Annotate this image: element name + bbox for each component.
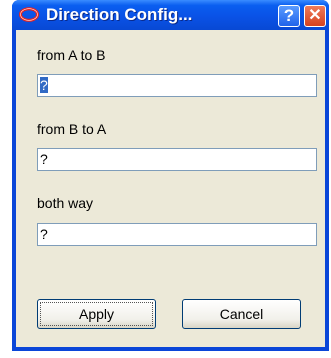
from-a-to-b-label: from A to B	[37, 47, 106, 63]
help-button[interactable]: ?	[278, 5, 300, 27]
window-title: Direction Config...	[46, 5, 193, 24]
from-a-to-b-input[interactable]: ?	[37, 74, 317, 97]
dialog-window: Direction Config... ? ✕ from A to B ? fr…	[12, 0, 329, 351]
cancel-button[interactable]: Cancel	[182, 299, 301, 329]
both-way-input[interactable]: ?	[37, 223, 317, 246]
from-b-to-a-label: from B to A	[37, 121, 107, 137]
both-way-label: both way	[37, 195, 94, 211]
title-bar[interactable]: Direction Config... ? ✕	[12, 0, 329, 30]
from-b-to-a-value: ?	[40, 151, 48, 167]
close-button[interactable]: ✕	[304, 5, 326, 27]
apply-button[interactable]: Apply	[37, 299, 156, 329]
oracle-icon	[19, 7, 39, 22]
window-bottom-border	[12, 347, 329, 351]
both-way-value: ?	[40, 226, 48, 242]
from-b-to-a-input[interactable]: ?	[37, 148, 317, 171]
dialog-content: from A to B ? from B to A ? both way ? A…	[16, 30, 325, 347]
from-a-to-b-value: ?	[40, 77, 48, 93]
